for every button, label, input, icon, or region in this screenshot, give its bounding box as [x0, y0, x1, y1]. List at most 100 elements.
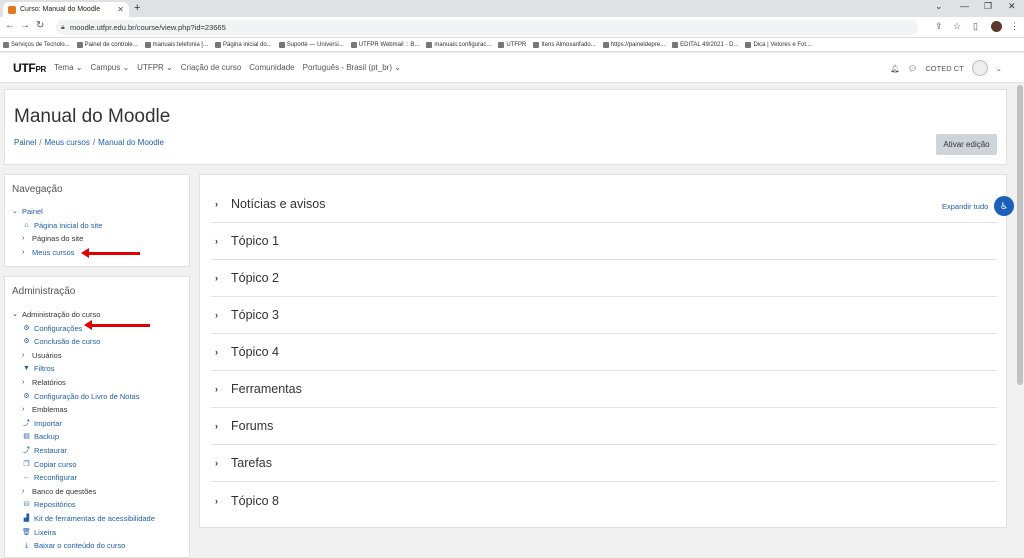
admin-item[interactable]: Usuários: [32, 349, 62, 363]
admin-item[interactable]: Configuração do Livro de Notas: [34, 390, 139, 404]
course-section[interactable]: › Tópico 2: [211, 260, 997, 297]
nav-root-painel[interactable]: Painel: [22, 205, 43, 219]
chevron-right-icon[interactable]: ›: [215, 273, 231, 283]
utfpr-logo[interactable]: UTFPR: [13, 61, 46, 75]
user-avatar[interactable]: [971, 60, 988, 76]
admin-item[interactable]: Baixar o conteúdo do curso: [34, 539, 125, 553]
chevron-right-icon[interactable]: ›: [215, 421, 231, 431]
share-icon[interactable]: ⇪: [935, 21, 943, 32]
breadcrumb-meus-cursos[interactable]: Meus cursos: [44, 138, 89, 147]
section-title[interactable]: Tópico 1: [231, 234, 279, 248]
course-section[interactable]: › Forums: [211, 408, 997, 445]
tab-search-icon[interactable]: ⌄: [935, 1, 943, 12]
bookmark-item[interactable]: Página inicial do...: [215, 41, 272, 48]
notification-bell-icon[interactable]: 🔔︎: [890, 64, 900, 73]
administration-block-title: Administração: [12, 286, 76, 297]
chevron-right-icon[interactable]: ›: [215, 236, 231, 246]
bookmark-item[interactable]: https://paineldepre...: [602, 41, 665, 48]
window-close-icon[interactable]: ✕: [1008, 1, 1016, 12]
chevron-right-icon[interactable]: ›: [215, 496, 231, 506]
nav-site-pages[interactable]: Páginas do site: [32, 232, 83, 246]
admin-item[interactable]: Backup: [34, 430, 59, 444]
section-title[interactable]: Tópico 3: [231, 308, 279, 322]
reload-icon[interactable]: ↻: [36, 20, 44, 31]
bookmark-item[interactable]: UTFPR Webmail :: B...: [350, 41, 419, 48]
bookmark-item[interactable]: manuais:configurac...: [426, 41, 491, 48]
user-menu-chevron-icon[interactable]: ⌄: [996, 64, 1002, 73]
breadcrumb-painel[interactable]: Painel: [14, 138, 36, 147]
chevron-right-icon[interactable]: ›: [215, 310, 231, 320]
bookmark-item[interactable]: Dica | Vetores e Fot...: [745, 41, 811, 48]
admin-item[interactable]: Relatórios: [32, 376, 66, 390]
bookmark-item[interactable]: Serviços de Tecnolo...: [3, 41, 70, 48]
close-tab-icon[interactable]: ✕: [117, 5, 124, 14]
course-section[interactable]: › Notícias e avisos: [211, 186, 997, 223]
user-name[interactable]: COTED CT: [925, 64, 963, 73]
turn-editing-on-button[interactable]: Ativar edição: [936, 134, 997, 155]
new-tab-icon[interactable]: +: [134, 2, 140, 14]
admin-item[interactable]: Restaurar: [34, 444, 67, 458]
course-section[interactable]: › Ferramentas: [211, 371, 997, 408]
admin-item[interactable]: Conclusão de curso: [34, 335, 100, 349]
course-section[interactable]: › Tarefas: [211, 445, 997, 482]
nav-comunidade[interactable]: Comunidade: [249, 63, 294, 72]
bookmark-item[interactable]: Itens Almoxarifado...: [533, 41, 596, 48]
nav-site-home[interactable]: Página inicial do site: [34, 219, 102, 233]
admin-item[interactable]: Kit de ferramentas de acessibilidade: [34, 512, 155, 526]
browser-profile-avatar[interactable]: [991, 21, 1002, 32]
admin-item[interactable]: Importar: [34, 417, 62, 431]
breadcrumb-course[interactable]: Manual do Moodle: [98, 138, 164, 147]
bookmark-item[interactable]: EDITAL 49/2021 - D...: [672, 41, 738, 48]
red-annotation-arrow: [84, 320, 150, 330]
section-title[interactable]: Tópico 8: [231, 494, 279, 508]
course-section[interactable]: › Tópico 4: [211, 334, 997, 371]
course-section[interactable]: › Tópico 8: [211, 482, 997, 519]
menu-icon[interactable]: ⋮: [1010, 21, 1019, 32]
restore-icon[interactable]: ❐: [984, 1, 992, 12]
admin-item[interactable]: Copiar curso: [34, 458, 77, 472]
url-input[interactable]: 🔒︎ moodle.utfpr.edu.br/course/view.php?i…: [56, 20, 918, 35]
section-title[interactable]: Tópico 4: [231, 345, 279, 359]
copy-icon: ❐: [23, 460, 30, 468]
section-title[interactable]: Forums: [231, 419, 273, 433]
bookmarks-bar: Serviços de Tecnolo... Painel de controle…: [0, 38, 1024, 52]
forward-icon[interactable]: →: [20, 20, 30, 31]
bookmark-item[interactable]: Painel de controle...: [76, 41, 138, 48]
bookmark-item[interactable]: UTFPR: [498, 41, 526, 48]
admin-item[interactable]: Emblemas: [32, 403, 67, 417]
nav-criacao-curso[interactable]: Criação de curso: [181, 63, 241, 72]
address-bar: ← → ↻ 🔒︎ moodle.utfpr.edu.br/course/view…: [0, 17, 1024, 38]
admin-item[interactable]: Repositórios: [34, 498, 76, 512]
section-title[interactable]: Notícias e avisos: [231, 197, 325, 211]
sidebar-icon[interactable]: ▯: [973, 21, 978, 32]
nav-tema[interactable]: Tema ⌄: [54, 63, 83, 72]
back-icon[interactable]: ←: [5, 20, 15, 31]
nav-utfpr[interactable]: UTFPR ⌄: [137, 63, 173, 72]
admin-item[interactable]: Reconfigurar: [34, 471, 77, 485]
chevron-right-icon[interactable]: ›: [215, 199, 231, 209]
nav-campus[interactable]: Campus ⌄: [90, 63, 129, 72]
course-section[interactable]: › Tópico 1: [211, 223, 997, 260]
language-menu[interactable]: Português - Brasil (pt_br) ⌄: [303, 63, 401, 72]
bookmark-star-icon[interactable]: ☆: [953, 21, 961, 32]
chevron-right-icon[interactable]: ›: [215, 347, 231, 357]
browser-tab[interactable]: Curso: Manual do Moodle ✕: [3, 2, 129, 17]
section-title[interactable]: Tarefas: [231, 456, 272, 470]
messages-icon[interactable]: 💬︎: [908, 64, 918, 73]
section-title[interactable]: Ferramentas: [231, 382, 302, 396]
admin-item[interactable]: Banco de questões: [32, 485, 96, 499]
bookmark-item[interactable]: manuais:telefonia [...: [144, 41, 208, 48]
chevron-right-icon[interactable]: ›: [215, 384, 231, 394]
section-title[interactable]: Tópico 2: [231, 271, 279, 285]
nav-my-courses[interactable]: Meus cursos: [32, 246, 75, 260]
scrollbar[interactable]: [1016, 83, 1024, 555]
scrollbar-thumb[interactable]: [1017, 85, 1023, 385]
course-section[interactable]: › Tópico 3: [211, 297, 997, 334]
accessibility-icon[interactable]: ♿︎: [994, 196, 1014, 216]
admin-item[interactable]: Filtros: [34, 362, 54, 376]
admin-item[interactable]: Configurações: [34, 322, 82, 336]
bookmark-item[interactable]: Suporte — Universi...: [278, 41, 344, 48]
minimize-icon[interactable]: —: [960, 1, 969, 11]
admin-item[interactable]: Lixeira: [34, 526, 56, 540]
chevron-right-icon[interactable]: ›: [215, 458, 231, 468]
